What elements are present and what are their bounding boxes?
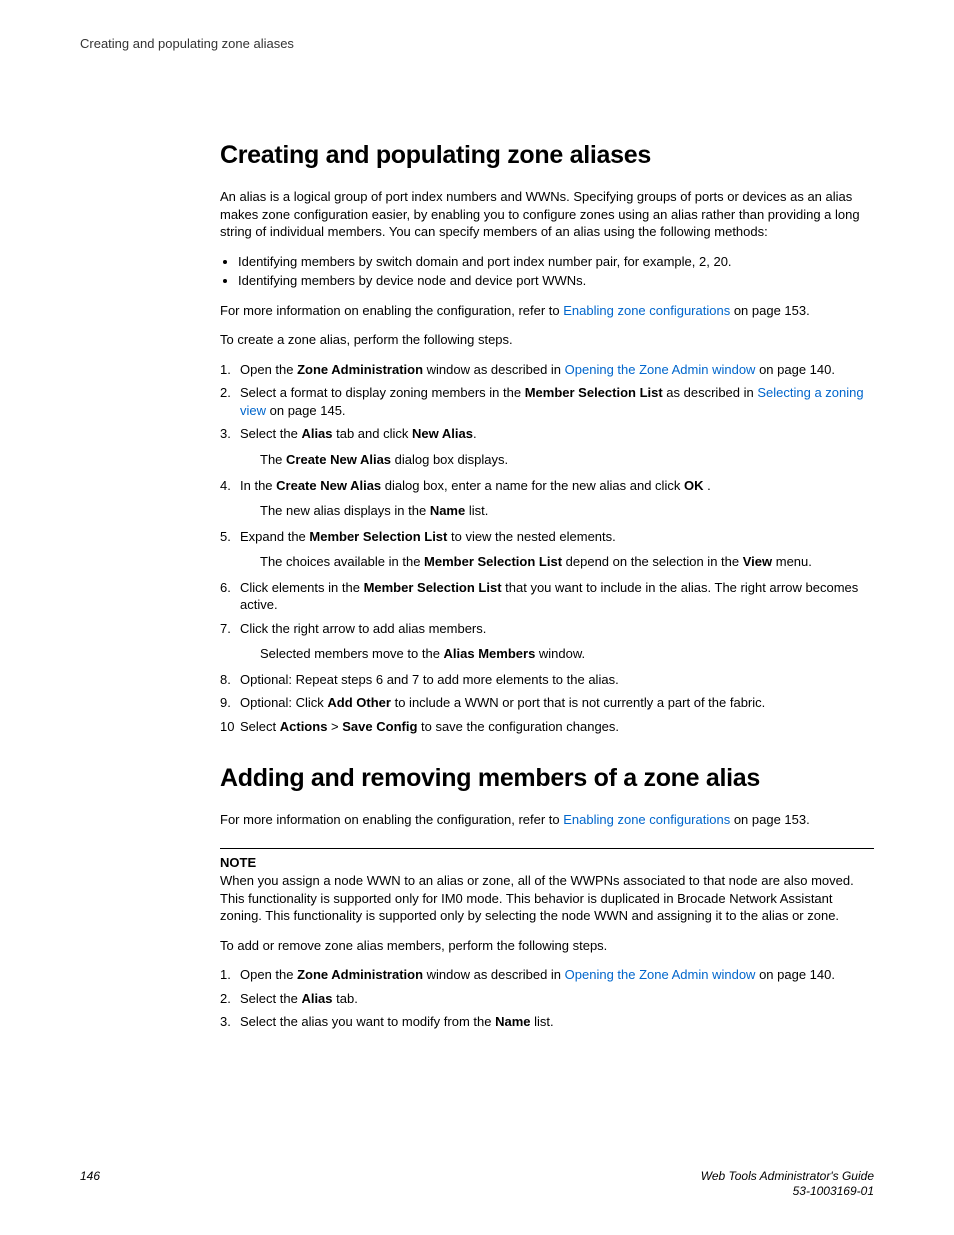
intro-paragraph: An alias is a logical group of port inde… [220, 188, 874, 241]
step-b3: Select the alias you want to modify from… [220, 1013, 874, 1031]
link-enabling-zone-configurations-b[interactable]: Enabling zone configurations [563, 812, 730, 827]
step-2: Select a format to display zoning member… [220, 384, 874, 419]
link-opening-zone-admin[interactable]: Opening the Zone Admin window [565, 362, 756, 377]
step-5: Expand the Member Selection List to view… [220, 528, 874, 571]
note-body: When you assign a node WWN to an alias o… [220, 872, 874, 925]
doc-title: Web Tools Administrator's Guide [701, 1169, 874, 1184]
note-label: NOTE [220, 855, 874, 870]
list-item: Identifying members by switch domain and… [238, 253, 874, 271]
note-block: NOTE When you assign a node WWN to an al… [220, 855, 874, 925]
more-info-paragraph-b: For more information on enabling the con… [220, 811, 874, 829]
list-item: Identifying members by device node and d… [238, 272, 874, 290]
lead-in-paragraph: To create a zone alias, perform the foll… [220, 331, 874, 349]
heading-creating-aliases: Creating and populating zone aliases [220, 141, 874, 170]
link-enabling-zone-configurations[interactable]: Enabling zone configurations [563, 303, 730, 318]
step-5-note: The choices available in the Member Sele… [260, 553, 874, 571]
step-4: In the Create New Alias dialog box, ente… [220, 477, 874, 520]
step-b1: Open the Zone Administration window as d… [220, 966, 874, 984]
doc-info: Web Tools Administrator's Guide 53-10031… [701, 1169, 874, 1199]
link-opening-zone-admin-b[interactable]: Opening the Zone Admin window [565, 967, 756, 982]
page-footer: 146 Web Tools Administrator's Guide 53-1… [80, 1169, 874, 1199]
lead-in-paragraph-b: To add or remove zone alias members, per… [220, 937, 874, 955]
running-header: Creating and populating zone aliases [80, 36, 874, 51]
step-6: Click elements in the Member Selection L… [220, 579, 874, 614]
step-1: Open the Zone Administration window as d… [220, 361, 874, 379]
heading-adding-removing-members: Adding and removing members of a zone al… [220, 764, 874, 793]
step-3-result: The Create New Alias dialog box displays… [260, 451, 874, 469]
doc-number: 53-1003169-01 [701, 1184, 874, 1199]
step-4-result: The new alias displays in the Name list. [260, 502, 874, 520]
step-9: Optional: Click Add Other to include a W… [220, 694, 874, 712]
methods-list: Identifying members by switch domain and… [220, 253, 874, 290]
step-7: Click the right arrow to add alias membe… [220, 620, 874, 663]
page: Creating and populating zone aliases Cre… [0, 0, 954, 1235]
create-alias-steps: Open the Zone Administration window as d… [220, 361, 874, 736]
more-info-paragraph: For more information on enabling the con… [220, 302, 874, 320]
main-content: Creating and populating zone aliases An … [220, 141, 874, 1031]
note-rule [220, 848, 874, 849]
step-7-result: Selected members move to the Alias Membe… [260, 645, 874, 663]
page-number: 146 [80, 1169, 100, 1183]
step-8: Optional: Repeat steps 6 and 7 to add mo… [220, 671, 874, 689]
step-10: Select Actions > Save Config to save the… [220, 718, 874, 736]
step-b2: Select the Alias tab. [220, 990, 874, 1008]
step-3: Select the Alias tab and click New Alias… [220, 425, 874, 468]
modify-alias-steps: Open the Zone Administration window as d… [220, 966, 874, 1031]
